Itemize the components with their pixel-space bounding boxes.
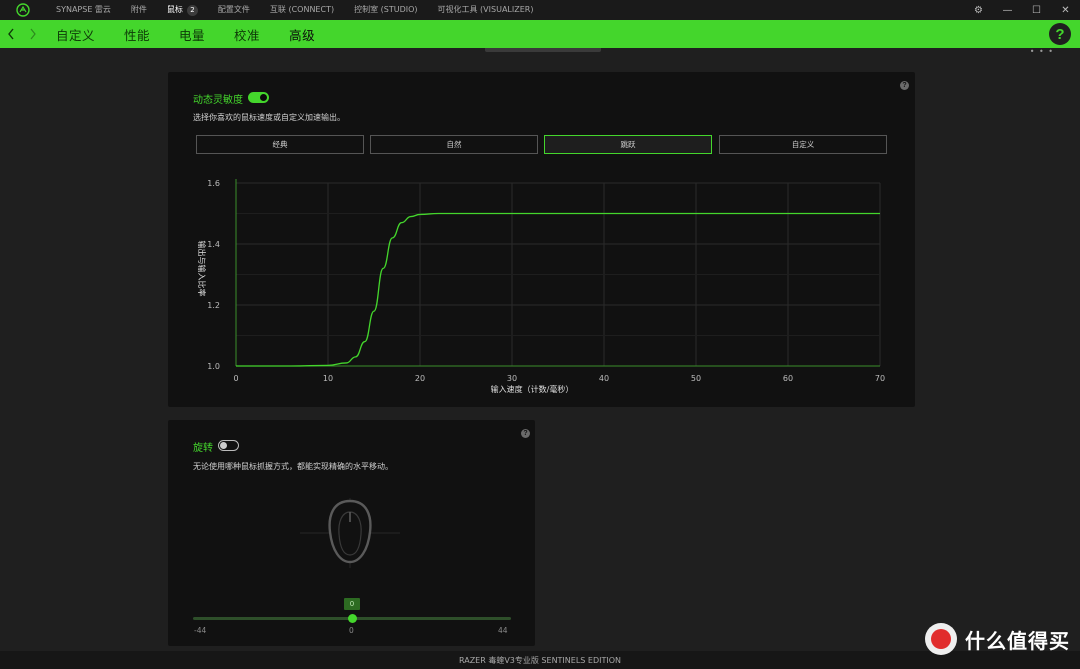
mouse-outline-icon	[300, 498, 400, 568]
x-tick-label: 30	[507, 374, 517, 383]
nav-mouse-badge: 2	[186, 4, 198, 16]
tab-power[interactable]: 电量	[179, 25, 205, 44]
device-footer: RAZER 毒蝰V3专业版 SENTINELS EDITION	[0, 651, 1080, 669]
x-axis-title: 输入速度（计数/毫秒）	[491, 384, 574, 394]
settings-gear-icon[interactable]: ⚙	[964, 0, 993, 20]
nav-mouse[interactable]: 鼠标 2	[157, 0, 208, 20]
tab-customize[interactable]: 自定义	[56, 25, 95, 44]
device-name: RAZER 毒蝰V3专业版 SENTINELS EDITION	[458, 655, 622, 665]
nav-label: 鼠标	[166, 5, 183, 14]
y-tick-label: 1.0	[207, 362, 220, 371]
minimize-icon[interactable]: —	[993, 0, 1022, 20]
nav-label: 控制室 (STUDIO)	[354, 5, 418, 14]
x-tick-label: 10	[323, 374, 333, 383]
window-controls: ⚙ — ☐ ✕	[964, 0, 1080, 20]
close-icon[interactable]: ✕	[1051, 0, 1080, 20]
title-bar: SYNAPSE 雷云 附件 鼠标 2 配置文件 互联 (CONNECT) 控制室 …	[0, 0, 1080, 20]
x-tick-label: 40	[599, 374, 609, 383]
profile-selector[interactable]	[485, 48, 601, 52]
x-tick-label: 60	[783, 374, 793, 383]
top-nav: SYNAPSE 雷云 附件 鼠标 2 配置文件 互联 (CONNECT) 控制室 …	[46, 0, 543, 20]
x-tick-label: 70	[875, 374, 885, 383]
slider-value-badge: 0	[344, 598, 360, 610]
nav-label: 附件	[130, 5, 147, 14]
info-icon[interactable]: ?	[521, 429, 530, 438]
tab-advanced[interactable]: 高级	[289, 25, 315, 44]
help-button[interactable]: ?	[1049, 23, 1071, 45]
more-options-icon[interactable]: • • •	[1030, 47, 1054, 56]
sensitivity-curve-line	[235, 212, 880, 367]
x-tick-label: 0	[233, 374, 238, 383]
maximize-icon[interactable]: ☐	[1022, 0, 1051, 20]
nav-synapse[interactable]: SYNAPSE 雷云	[46, 0, 121, 20]
nav-label: SYNAPSE 雷云	[56, 5, 111, 14]
back-arrow-icon[interactable]	[0, 20, 22, 48]
y-axis-title: 输出与输入比率	[197, 241, 207, 297]
nav-label: 配置文件	[217, 5, 250, 14]
x-tick-label: 20	[415, 374, 425, 383]
watermark: 什么值得买	[925, 623, 1070, 655]
sub-nav: 自定义 性能 电量 校准 高级 ?	[0, 20, 1080, 48]
forward-arrow-icon[interactable]	[22, 20, 44, 48]
nav-label: 互联 (CONNECT)	[269, 5, 335, 14]
nav-studio[interactable]: 控制室 (STUDIO)	[344, 0, 427, 20]
rotation-toggle[interactable]	[218, 440, 239, 451]
nav-connect[interactable]: 互联 (CONNECT)	[260, 0, 344, 20]
sensitivity-chart: 0 10 20 30 40 50 60 70 1.0 1.2 1.4 1.6 输入速度（计数/毫秒） 输出…	[197, 179, 885, 394]
tab-list: 自定义 性能 电量 校准 高级	[56, 25, 344, 44]
slider-max-label: 44	[498, 626, 508, 635]
nav-accessories[interactable]: 附件	[121, 0, 157, 20]
razer-logo-icon[interactable]	[0, 0, 46, 20]
rotation-panel: ? 旋转 无论使用哪种鼠标抓握方式，都能实现精确的水平移动。 0 -44 0 4…	[168, 420, 535, 646]
sensitivity-panel: ? 动态灵敏度 选择你喜欢的鼠标速度或自定义加速输出。 经典 自然 跳跃 自定义…	[168, 72, 915, 407]
tab-performance[interactable]: 性能	[124, 25, 150, 44]
y-tick-label: 1.2	[207, 301, 220, 310]
watermark-text: 什么值得买	[965, 628, 1070, 653]
slider-center-label: 0	[349, 626, 354, 635]
nav-visualizer[interactable]: 可视化工具 (VISUALIZER)	[428, 0, 544, 20]
slider-min-label: -44	[194, 626, 207, 635]
nav-label: 可视化工具 (VISUALIZER)	[437, 5, 534, 14]
rotation-description: 无论使用哪种鼠标抓握方式，都能实现精确的水平移动。	[193, 462, 393, 471]
y-tick-label: 1.4	[207, 240, 220, 249]
nav-profiles[interactable]: 配置文件	[208, 0, 260, 20]
x-tick-label: 50	[691, 374, 701, 383]
rotation-title: 旋转	[193, 443, 213, 454]
tab-calibration[interactable]: 校准	[234, 25, 260, 44]
watermark-logo-icon	[925, 623, 957, 655]
rotation-slider-handle[interactable]	[347, 614, 357, 623]
y-tick-label: 1.6	[207, 179, 220, 188]
